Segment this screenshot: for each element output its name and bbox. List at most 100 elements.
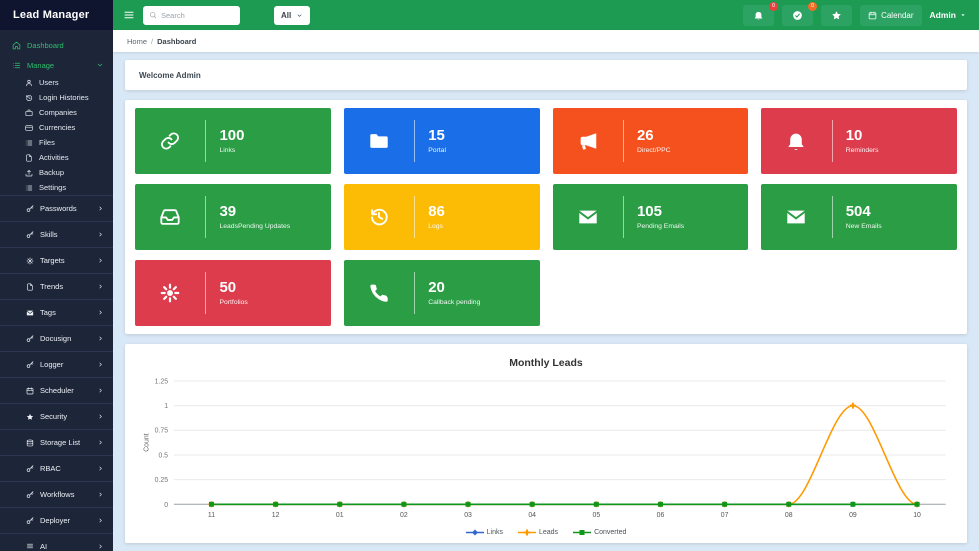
notifications-badge: 0: [769, 2, 778, 11]
stat-card-direct-ppc[interactable]: 26Direct/PPC: [553, 108, 749, 174]
legend-item-converted: Converted: [573, 528, 626, 537]
admin-menu[interactable]: Admin: [930, 10, 967, 20]
stat-value: 504: [846, 204, 882, 221]
sidebar-item-login-histories[interactable]: Login Histories: [0, 90, 113, 105]
sidebar-item-settings[interactable]: Settings: [0, 180, 113, 195]
calendar-button[interactable]: Calendar: [860, 5, 921, 26]
history-icon: [368, 206, 390, 228]
legend-marker-icon: [573, 528, 591, 537]
hamburger-icon: [123, 9, 135, 21]
svg-text:Count: Count: [143, 433, 150, 451]
sidebar-item-rbac[interactable]: RBAC: [0, 455, 113, 481]
sidebar-item-users[interactable]: Users: [0, 75, 113, 90]
key-icon: [26, 517, 34, 525]
svg-text:12: 12: [272, 512, 280, 519]
sidebar-item-tags[interactable]: Tags: [0, 299, 113, 325]
stat-card-logs[interactable]: 86 Logs: [344, 184, 540, 250]
check-circle-icon: [792, 10, 803, 21]
user-icon: [25, 79, 33, 87]
svg-text:10: 10: [913, 512, 921, 519]
svg-text:07: 07: [721, 512, 729, 519]
monthly-leads-chart: 00.250.50.7511.2511120102030405060708091…: [135, 376, 957, 526]
megaphone-icon: [577, 130, 599, 152]
sidebar-item-logger[interactable]: Logger: [0, 351, 113, 377]
sidebar-item-companies[interactable]: Companies: [0, 105, 113, 120]
chevron-right-icon: [97, 387, 104, 394]
svg-text:05: 05: [592, 512, 600, 519]
svg-text:11: 11: [208, 512, 215, 519]
sidebar-item-skills[interactable]: Skills: [0, 221, 113, 247]
notifications-button[interactable]: 0: [743, 5, 774, 26]
filter-select[interactable]: All: [274, 6, 310, 25]
chevron-right-icon: [97, 439, 104, 446]
chart-title: Monthly Leads: [135, 357, 957, 369]
sidebar-item-targets[interactable]: Targets: [0, 247, 113, 273]
svg-text:03: 03: [464, 512, 472, 519]
mail-icon: [577, 206, 599, 228]
stat-card-reminders[interactable]: 10Reminders: [761, 108, 957, 174]
sidebar-item-dashboard[interactable]: Dashboard: [0, 35, 113, 55]
chevron-right-icon: [97, 335, 104, 342]
chevron-right-icon: [97, 283, 104, 290]
legend-marker-icon: [518, 528, 536, 537]
stat-card-portal[interactable]: 15Portal: [344, 108, 540, 174]
card-icon: [25, 124, 33, 132]
star-icon: [831, 10, 842, 21]
stat-value: 100: [219, 128, 244, 145]
home-icon: [12, 41, 21, 50]
stat-value: 20: [428, 280, 480, 297]
stat-card-links[interactable]: 100Links: [135, 108, 331, 174]
sidebar-item-scheduler[interactable]: Scheduler: [0, 377, 113, 403]
sidebar-item-security[interactable]: Security: [0, 403, 113, 429]
list-icon: [12, 61, 21, 70]
svg-text:08: 08: [785, 512, 793, 519]
search-input[interactable]: [161, 11, 233, 20]
legend-item-leads: Leads: [518, 528, 558, 537]
sidebar-item-activities[interactable]: Activities: [0, 150, 113, 165]
favorites-button[interactable]: [821, 5, 852, 26]
sidebar-item-workflows[interactable]: Workflows: [0, 481, 113, 507]
chart-legend: Links Leads Converted: [135, 528, 957, 537]
stat-card-leadspending-updates[interactable]: 39LeadsPending Updates: [135, 184, 331, 250]
stat-label: Portfolios: [219, 299, 247, 306]
stat-card-pending-emails[interactable]: 105Pending Emails: [553, 184, 749, 250]
sidebar-item-manage[interactable]: Manage: [0, 55, 113, 75]
stat-label: Logs: [428, 223, 445, 230]
stat-label: Portal: [428, 147, 446, 154]
stat-card-new-emails[interactable]: 504New Emails: [761, 184, 957, 250]
tasks-button[interactable]: 0: [782, 5, 813, 26]
sidebar-item-passwords[interactable]: Passwords: [0, 195, 113, 221]
upload-icon: [25, 169, 33, 177]
svg-text:1: 1: [164, 403, 168, 410]
sidebar-submenu: UsersLogin HistoriesCompaniesCurrenciesF…: [0, 75, 113, 195]
sidebar-item-deployer[interactable]: Deployer: [0, 507, 113, 533]
stat-value: 105: [637, 204, 684, 221]
stat-card-callback-pending[interactable]: 20Callback pending: [344, 260, 540, 326]
legend-item-links: Links: [466, 528, 503, 537]
breadcrumb-home-link[interactable]: Home: [127, 37, 147, 46]
sidebar-item-currencies[interactable]: Currencies: [0, 120, 113, 135]
list-icon: [25, 139, 33, 147]
tasks-badge: 0: [808, 2, 817, 11]
stat-value: 86: [428, 204, 445, 221]
mail-icon: [26, 309, 34, 317]
svg-text:0.25: 0.25: [155, 477, 169, 484]
chevron-down-icon: [96, 61, 104, 69]
chevron-down-icon: [296, 12, 303, 19]
search-box: [143, 6, 240, 25]
sidebar-item-storage-list[interactable]: Storage List: [0, 429, 113, 455]
sidebar-item-files[interactable]: Files: [0, 135, 113, 150]
sidebar-item-backup[interactable]: Backup: [0, 165, 113, 180]
stats-grid: 100Links15Portal26Direct/PPC10Reminders 3…: [125, 100, 967, 334]
sidebar-toggle-button[interactable]: [123, 9, 135, 21]
search-icon: [149, 11, 157, 19]
stat-card-portfolios[interactable]: 50Portfolios: [135, 260, 331, 326]
bell-icon: [753, 10, 764, 21]
sidebar-item-trends[interactable]: Trends: [0, 273, 113, 299]
list-icon: [25, 184, 33, 192]
inbox-icon: [159, 206, 181, 228]
sidebar-item-docusign[interactable]: Docusign: [0, 325, 113, 351]
star-icon: [831, 10, 842, 21]
stat-label: LeadsPending Updates: [219, 223, 290, 230]
sidebar-item-ai[interactable]: AI: [0, 533, 113, 551]
